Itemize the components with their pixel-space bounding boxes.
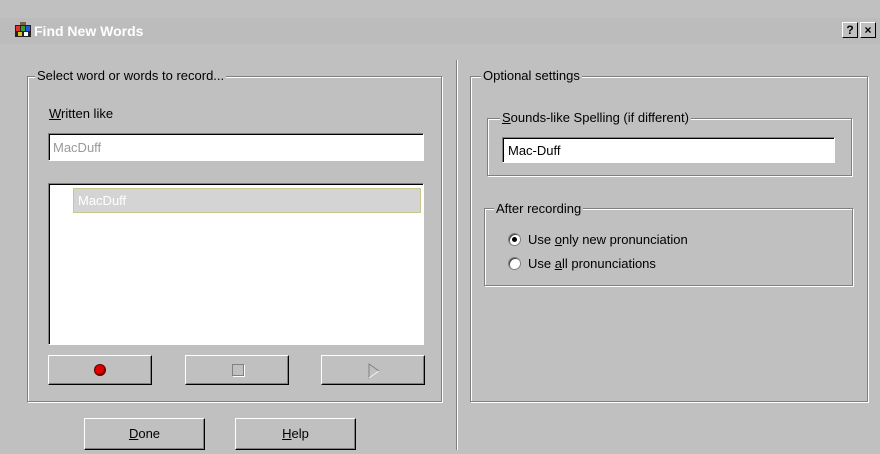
stop-button[interactable] xyxy=(185,355,289,385)
play-button[interactable] xyxy=(321,355,425,385)
optional-settings-legend: Optional settings xyxy=(481,68,582,83)
radio-button[interactable] xyxy=(508,257,521,270)
stop-icon xyxy=(232,364,244,376)
help-button[interactable]: Help xyxy=(235,418,356,450)
play-icon xyxy=(368,363,380,379)
radio-selected-dot xyxy=(512,237,517,242)
radio-button[interactable] xyxy=(508,233,521,246)
written-like-input[interactable]: MacDuff xyxy=(48,133,424,161)
written-like-label: Written like xyxy=(49,106,114,121)
separator xyxy=(456,60,458,450)
radio-all-label: Use all pronunciations xyxy=(528,256,656,271)
close-title-button[interactable]: × xyxy=(860,22,876,38)
radio-all[interactable]: Use all pronunciations xyxy=(508,255,768,273)
record-icon xyxy=(95,365,105,375)
app-icon xyxy=(14,22,32,39)
record-button[interactable] xyxy=(48,355,152,385)
list-item-label: MacDuff xyxy=(78,193,127,208)
radio-only-new-label: Use only new pronunciation xyxy=(528,232,688,247)
sounds-like-legend: Sounds-like Spelling (if different) xyxy=(500,110,691,125)
sounds-like-input[interactable]: Mac-Duff xyxy=(502,137,835,163)
list-item[interactable]: MacDuff xyxy=(73,188,421,213)
after-recording-legend: After recording xyxy=(494,201,584,216)
window-title: Find New Words xyxy=(34,23,144,39)
written-like-value: MacDuff xyxy=(53,140,102,155)
words-list[interactable]: MacDuff xyxy=(48,183,424,345)
radio-only-new[interactable]: Use only new pronunciation xyxy=(508,231,768,249)
sounds-like-value: Mac-Duff xyxy=(508,143,561,158)
done-button[interactable]: Done xyxy=(84,418,205,450)
help-title-button[interactable]: ? xyxy=(842,22,858,38)
select-words-legend: Select word or words to record... xyxy=(35,68,227,83)
